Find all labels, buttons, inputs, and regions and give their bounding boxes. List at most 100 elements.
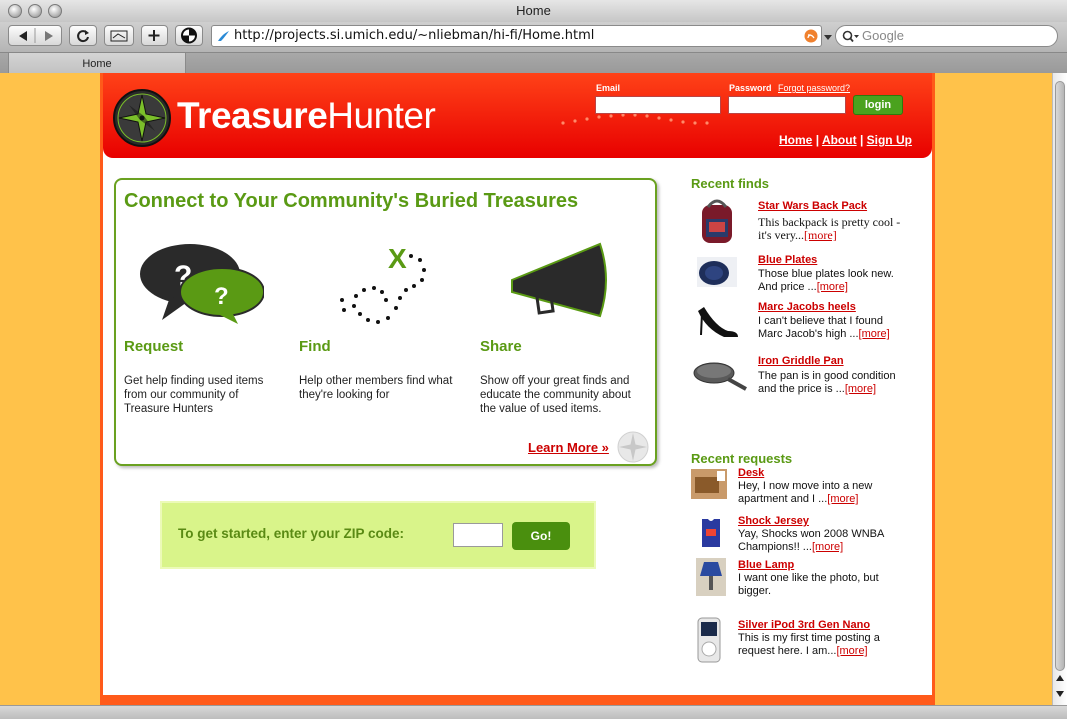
list-item[interactable]: Star Wars Back Pack This backpack is pre… [694,197,900,247]
browser-window: Home http://projects.si.umich.edu/~nlieb… [0,0,1067,719]
main-nav: Home | About | Sign Up [779,133,912,147]
learn-more-link[interactable]: Learn More » [528,440,609,455]
item-description: Those blue plates look new. And price ..… [758,268,908,294]
page-footer [103,695,932,705]
heels-thumbnail [698,307,738,337]
page-favicon-icon [218,31,229,41]
logo-treasure: Treasure [177,95,328,136]
forgot-password-link[interactable]: Forgot password? [778,83,850,93]
item-title[interactable]: Iron Griddle Pan [758,355,844,367]
item-text: Yay, Shocks won 2008 WNBA Champions!! ..… [738,528,884,553]
back-forward-buttons[interactable] [8,25,62,46]
nav-separator: | [859,133,864,147]
page-container: TreasureHunter Email Password Forgot pas… [100,73,935,705]
scrollbar-thumb[interactable] [1055,81,1065,671]
email-input[interactable] [595,96,721,114]
item-title[interactable]: Silver iPod 3rd Gen Nano [738,619,870,631]
search-placeholder: Google [862,28,904,43]
item-title[interactable]: Desk [738,467,764,479]
browser-toolbar: http://projects.si.umich.edu/~nliebman/h… [0,22,1067,52]
scroll-arrows-icon[interactable] [1055,673,1065,701]
snapback-icon [110,30,128,42]
more-link[interactable]: [more] [804,228,837,242]
list-item[interactable]: Desk Hey, I now move into a new apartmen… [691,467,872,507]
item-description: I can't believe that I found Marc Jacob'… [758,315,908,341]
item-title[interactable]: Blue Lamp [738,559,794,571]
shield-button[interactable] [175,25,203,46]
item-title[interactable]: Marc Jacobs heels [758,301,856,313]
item-title[interactable]: Star Wars Back Pack [758,200,867,212]
speech-bubbles-icon: ? ? [140,244,264,324]
site-logo-text[interactable]: TreasureHunter [177,95,436,137]
email-label: Email [596,83,621,93]
list-item[interactable]: Silver iPod 3rd Gen Nano This is my firs… [696,616,880,664]
tab-home[interactable]: Home [8,53,186,74]
item-title[interactable]: Shock Jersey [738,515,809,527]
back-arrow-icon[interactable] [9,26,61,45]
nav-signup-link[interactable]: Sign Up [867,133,912,147]
title-bar: Home [0,0,1067,22]
list-item[interactable]: Blue Lamp I want one like the photo, but… [696,558,879,598]
compass-logo-icon[interactable] [113,89,171,147]
chevron-down-icon[interactable] [824,33,832,41]
more-link[interactable]: [more] [812,541,843,553]
plates-thumbnail [697,257,737,287]
item-description: Hey, I now move into a new apartment and… [738,480,888,506]
vertical-scrollbar[interactable] [1052,73,1067,705]
search-field[interactable]: Google [835,25,1058,47]
zoom-window-button[interactable] [48,4,62,18]
lamp-thumbnail [696,558,726,596]
more-link[interactable]: [more] [845,383,876,395]
backpack-thumbnail [702,199,732,243]
request-text: Get help finding used items from our com… [124,375,264,415]
intro-title: Connect to Your Community's Buried Treas… [124,190,579,212]
share-heading: Share [480,338,522,355]
plus-icon [148,30,160,41]
find-heading: Find [299,338,331,355]
nav-about-link[interactable]: About [822,133,857,147]
snapback-button[interactable] [104,25,134,46]
item-title[interactable]: Blue Plates [758,254,817,266]
close-window-button[interactable] [8,4,22,18]
more-link[interactable]: [more] [859,328,890,340]
recent-finds-heading: Recent finds [691,176,770,191]
find-text: Help other members find what they're loo… [299,375,453,401]
zip-code-panel: To get started, enter your ZIP code: Go! [160,501,596,569]
password-label: Password [729,83,772,93]
request-heading: Request [124,338,184,355]
compass-star-icon [117,93,167,143]
list-item[interactable]: Iron Griddle Pan The pan is in good cond… [692,355,896,401]
svg-text:?: ? [214,283,229,310]
reload-button[interactable] [69,25,97,46]
rss-icon[interactable] [804,29,818,43]
minimize-window-button[interactable] [28,4,42,18]
nav-home-link[interactable]: Home [779,133,812,147]
list-item[interactable]: Shock Jersey Yay, Shocks won 2008 WNBA C… [696,515,884,557]
share-text: Show off your great finds and educate th… [480,375,631,415]
more-link[interactable]: [more] [836,645,867,657]
item-text: I want one like the photo, but bigger. [738,572,879,597]
desk-thumbnail [691,469,727,499]
zip-input[interactable] [453,523,503,547]
ipod-thumbnail [697,617,721,663]
compass-watermark-icon [617,431,649,463]
url-text: http://projects.si.umich.edu/~nliebman/h… [234,28,595,43]
page-viewport: TreasureHunter Email Password Forgot pas… [0,73,1052,705]
list-item[interactable]: Marc Jacobs heels I can't believe that I… [694,301,890,343]
go-button[interactable]: Go! [512,522,570,550]
nav-separator: | [815,133,820,147]
address-bar[interactable]: http://projects.si.umich.edu/~nliebman/h… [211,25,822,47]
jersey-thumbnail [702,519,720,547]
shield-icon [181,27,197,44]
item-description: This backpack is pretty cool - it's very… [758,216,908,242]
item-description: Yay, Shocks won 2008 WNBA Champions!! ..… [738,528,888,554]
more-link[interactable]: [more] [827,493,858,505]
more-link[interactable]: [more] [817,281,848,293]
item-description: This is my first time posting a request … [738,632,888,658]
login-button[interactable]: login [853,95,903,115]
list-item[interactable]: Blue Plates Those blue plates look new. … [694,254,894,294]
megaphone-icon [511,242,607,318]
add-bookmark-button[interactable] [141,25,168,46]
tab-bar: Home [0,52,1067,74]
password-input[interactable] [728,96,846,114]
